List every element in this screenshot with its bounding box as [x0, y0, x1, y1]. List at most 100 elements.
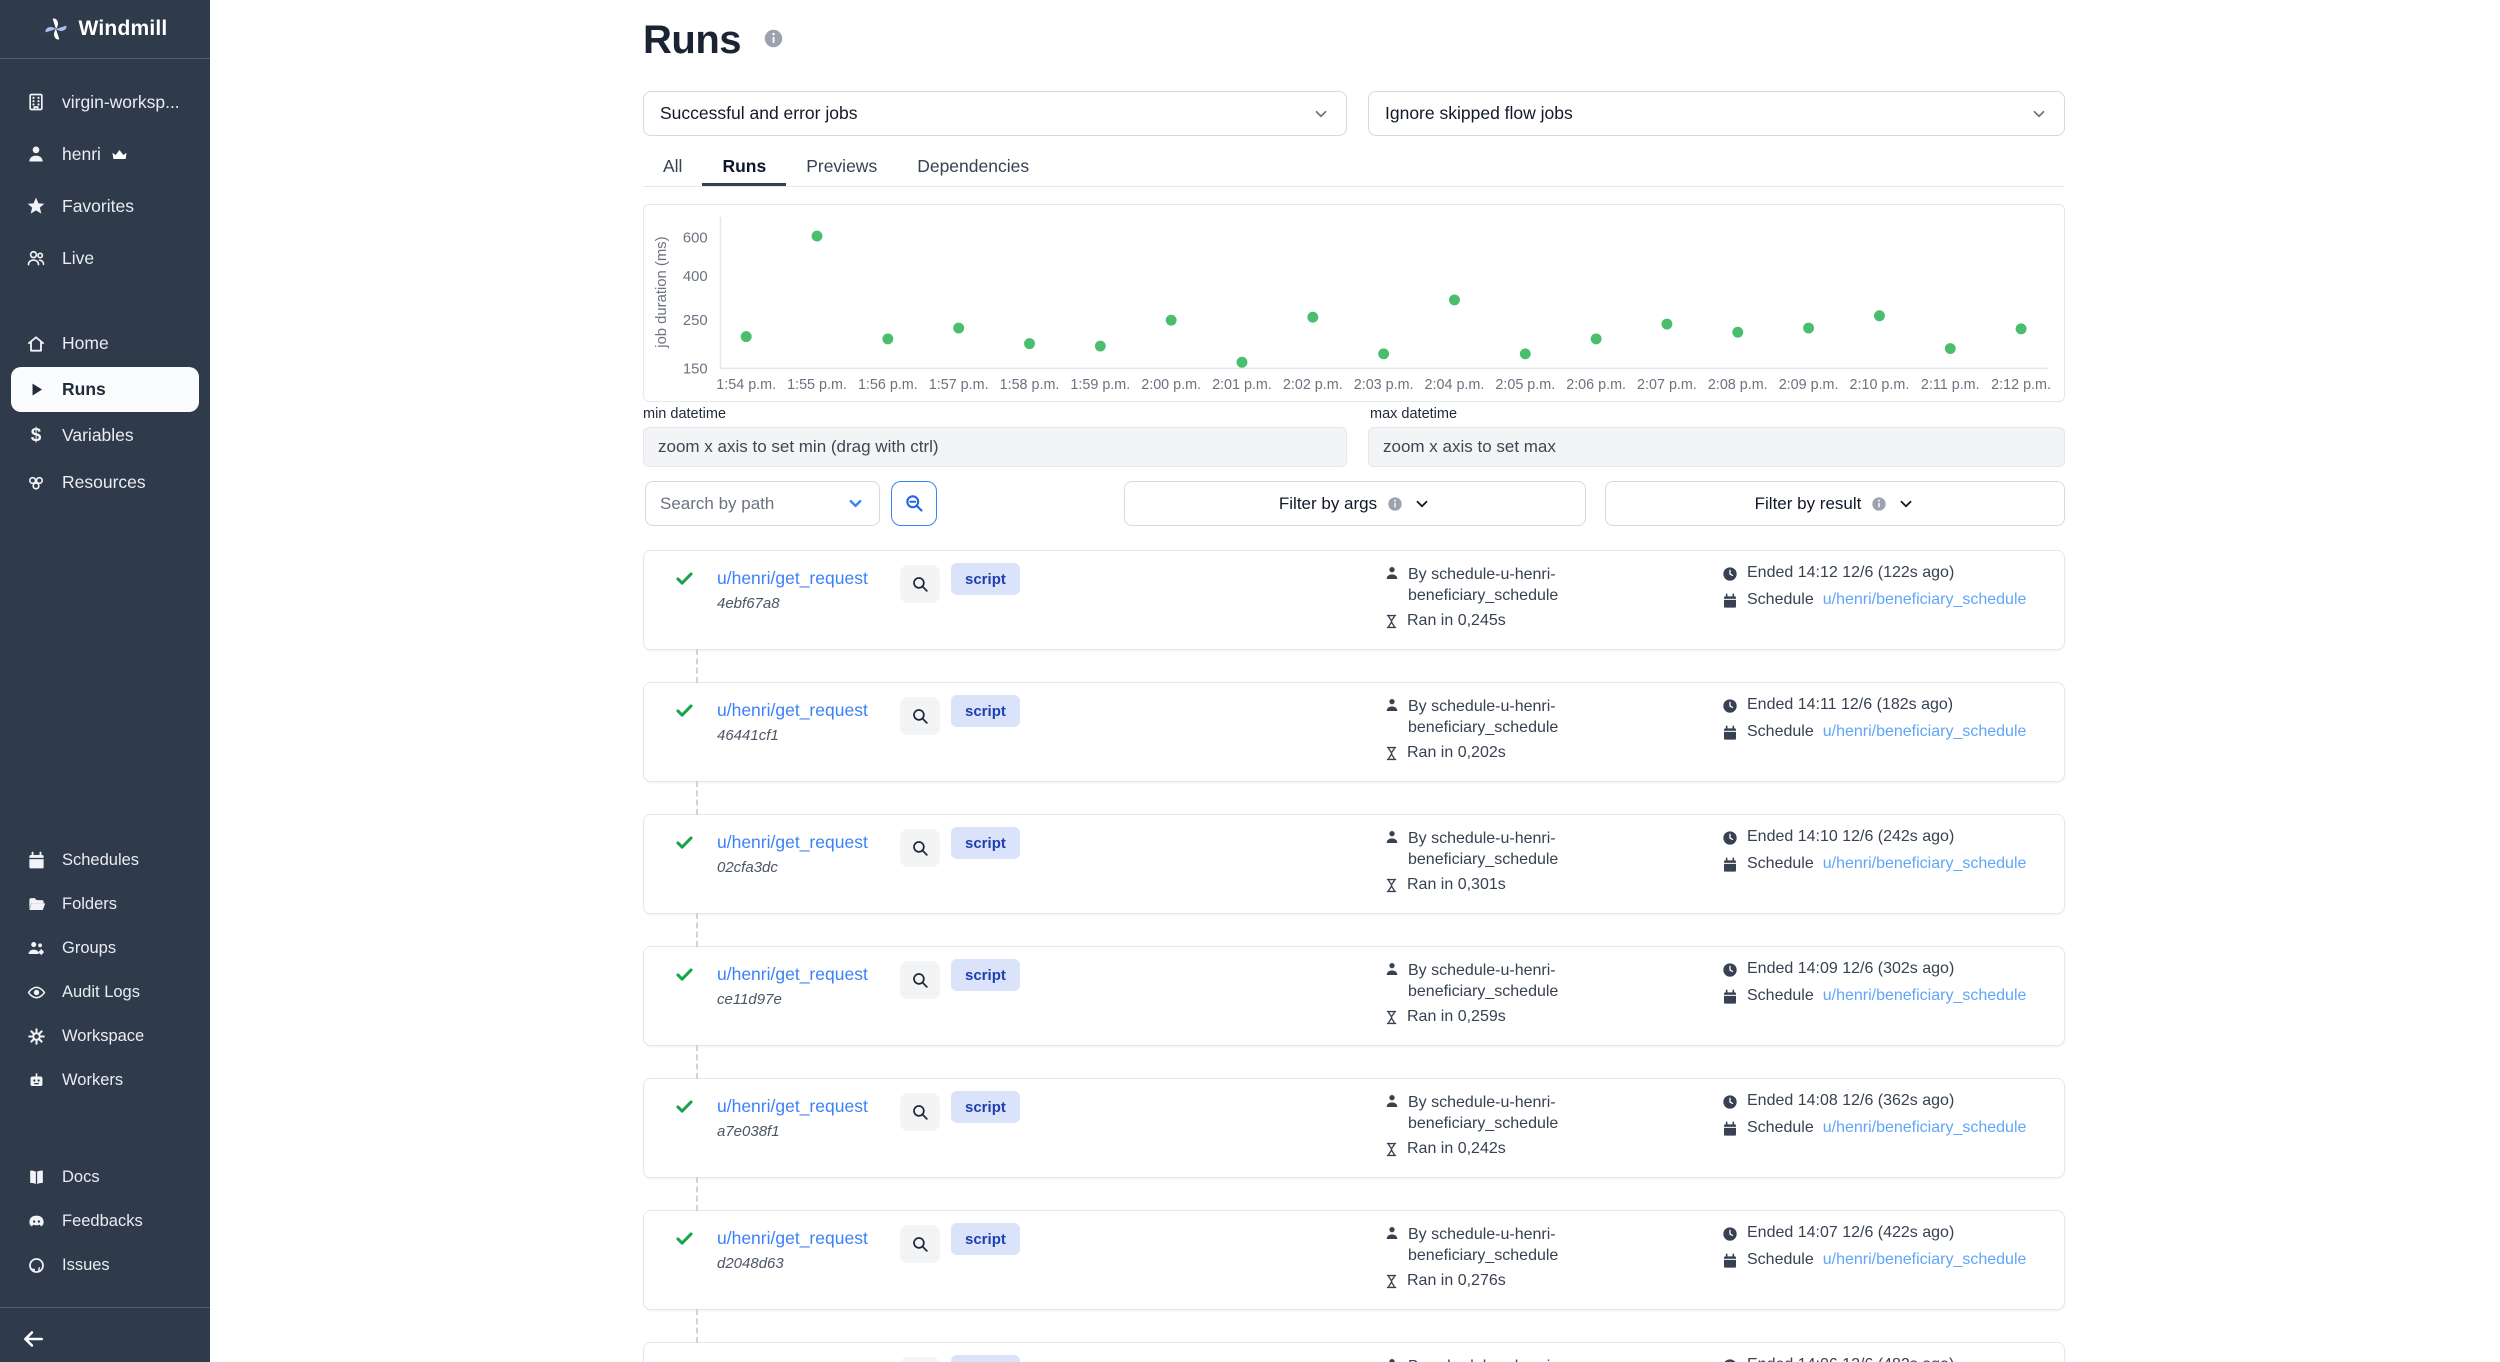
sidebar-item-user[interactable]: henri: [0, 128, 210, 180]
sidebar-item-resources[interactable]: Resources: [0, 459, 210, 506]
sidebar-item-home[interactable]: Home: [0, 320, 210, 367]
clock-icon: [1722, 1226, 1738, 1242]
sidebar-item-workspace-switcher[interactable]: virgin-worksp...: [0, 76, 210, 128]
schedule-path-link[interactable]: u/henri/beneficiary_schedule: [1823, 723, 2027, 741]
run-path-link[interactable]: u/henri/get_request: [717, 1096, 868, 1117]
sidebar-item-docs[interactable]: Docs: [0, 1155, 210, 1199]
run-card[interactable]: u/henri/get_request script 4ebf67a8 By s…: [643, 550, 2065, 650]
inspect-run-button[interactable]: [900, 1225, 940, 1263]
min-datetime-input[interactable]: [643, 427, 1347, 467]
tab-dependencies[interactable]: Dependencies: [897, 147, 1049, 186]
docs-label: Docs: [62, 1168, 100, 1187]
run-path-link[interactable]: u/henri/get_request: [717, 1228, 868, 1249]
variables-label: Variables: [62, 425, 134, 446]
list-toolbar: Search by path Filter by args: [643, 481, 2065, 527]
sidebar-item-issues[interactable]: Issues: [0, 1243, 210, 1287]
sidebar-item-schedules[interactable]: Schedules: [0, 838, 210, 882]
run-path-link[interactable]: u/henri/get_request: [717, 700, 868, 721]
schedule-path-link[interactable]: u/henri/beneficiary_schedule: [1823, 1251, 2027, 1269]
run-ended-at: Ended 14:11 12/6 (182s ago): [1747, 696, 1953, 714]
job-kind-select[interactable]: Successful and error jobs: [643, 91, 1347, 136]
sidebar-item-variables[interactable]: $ Variables: [0, 412, 210, 459]
run-card[interactable]: u/henri/get_request script 46441cf1 By s…: [643, 682, 2065, 782]
info-icon[interactable]: [763, 28, 784, 49]
filter-by-result-button[interactable]: Filter by result: [1605, 481, 2065, 526]
job-kind-badge: script: [951, 1223, 1020, 1255]
hourglass-icon: [1384, 1274, 1399, 1289]
run-triggered-by: By schedule-u-henri-beneficiary_schedule: [1408, 564, 1586, 606]
run-id: ce11d97e: [717, 991, 782, 1008]
star-icon: [25, 196, 47, 216]
filter-by-args-button[interactable]: Filter by args: [1124, 481, 1586, 526]
collapse-sidebar-button[interactable]: [14, 1322, 58, 1356]
run-path-link[interactable]: u/henri/get_request: [717, 568, 868, 589]
users-icon: [25, 248, 47, 268]
zoom-out-button[interactable]: [891, 481, 937, 526]
user-icon: [1384, 1225, 1400, 1266]
sidebar-item-workers[interactable]: Workers: [0, 1058, 210, 1102]
job-duration-chart[interactable]: 1502504006001:54 p.m.1:55 p.m.1:56 p.m.1…: [643, 204, 2065, 402]
schedule-path-link[interactable]: u/henri/beneficiary_schedule: [1823, 591, 2027, 609]
search-by-path-select[interactable]: Search by path: [645, 481, 880, 526]
workers-label: Workers: [62, 1071, 123, 1090]
schedule-path-link[interactable]: u/henri/beneficiary_schedule: [1823, 987, 2027, 1005]
skipped-flows-select[interactable]: Ignore skipped flow jobs: [1368, 91, 2065, 136]
schedule-path-link[interactable]: u/henri/beneficiary_schedule: [1823, 1119, 2027, 1137]
tab-previews[interactable]: Previews: [786, 147, 897, 186]
job-kind-badge: script: [951, 1355, 1020, 1362]
robot-icon: [25, 1071, 47, 1090]
sidebar-item-audit-logs[interactable]: Audit Logs: [0, 970, 210, 1014]
calendar-icon: [1722, 593, 1738, 609]
github-icon: [25, 1256, 47, 1275]
chevron-down-icon: [1312, 105, 1330, 123]
inspect-run-button[interactable]: [900, 1357, 940, 1362]
tab-runs[interactable]: Runs: [702, 147, 786, 186]
inspect-run-button[interactable]: [900, 961, 940, 999]
inspect-run-button[interactable]: [900, 697, 940, 735]
inspect-run-button[interactable]: [900, 829, 940, 867]
sidebar-item-feedbacks[interactable]: Feedbacks: [0, 1199, 210, 1243]
run-id: 02cfa3dc: [717, 859, 778, 876]
job-kind-badge: script: [951, 563, 1020, 595]
max-datetime-input[interactable]: [1368, 427, 2065, 467]
sidebar-item-folders[interactable]: Folders: [0, 882, 210, 926]
run-duration: Ran in 0,202s: [1407, 744, 1506, 762]
run-card[interactable]: u/henri/get_request script d2048d63 By s…: [643, 1210, 2065, 1310]
groups-label: Groups: [62, 939, 116, 958]
user-icon: [1384, 829, 1400, 870]
job-kind-value: Successful and error jobs: [660, 103, 857, 124]
run-card[interactable]: u/henri/get_request script ce11d97e By s…: [643, 946, 2065, 1046]
info-icon: [1871, 496, 1887, 512]
run-triggered-by: By schedule-u-henri-beneficiary_schedule: [1408, 696, 1586, 738]
sidebar-item-live[interactable]: Live: [0, 232, 210, 284]
run-trigger-info: By schedule-u-henri-beneficiary_schedule…: [1384, 696, 1644, 762]
schedule-path-link[interactable]: u/henri/beneficiary_schedule: [1823, 855, 2027, 873]
run-triggered-by: By schedule-u-henri-beneficiary_schedule: [1408, 960, 1586, 1002]
inspect-run-button[interactable]: [900, 565, 940, 603]
sidebar-item-workspace-settings[interactable]: Workspace: [0, 1014, 210, 1058]
dollar-icon: $: [25, 425, 47, 447]
run-schedule-info: Ended 14:06 12/6 (482s ago) Schedule u/h…: [1722, 1356, 2026, 1362]
success-check-icon: [674, 1228, 695, 1249]
sidebar-item-groups[interactable]: Groups: [0, 926, 210, 970]
run-card[interactable]: u/henri/get_request script By schedule-u…: [643, 1342, 2065, 1362]
app-logo[interactable]: Windmill: [0, 0, 210, 58]
sidebar-item-runs[interactable]: Runs: [11, 367, 199, 412]
run-path-link[interactable]: u/henri/get_request: [717, 964, 868, 985]
svg-text:1:56 p.m.: 1:56 p.m.: [858, 377, 918, 393]
tab-all[interactable]: All: [643, 147, 702, 186]
inspect-run-button[interactable]: [900, 1093, 940, 1131]
run-card[interactable]: u/henri/get_request script 02cfa3dc By s…: [643, 814, 2065, 914]
sidebar-item-favorites[interactable]: Favorites: [0, 180, 210, 232]
sidebar-help-nav: Docs Feedbacks: [0, 1155, 210, 1287]
book-icon: [25, 1168, 47, 1187]
svg-text:1:55 p.m.: 1:55 p.m.: [787, 377, 847, 393]
search-icon: [911, 971, 930, 990]
filter-args-label: Filter by args: [1279, 494, 1377, 514]
schedule-label: Schedule: [1747, 1251, 1814, 1269]
run-path-link[interactable]: u/henri/get_request: [717, 832, 868, 853]
run-card[interactable]: u/henri/get_request script a7e038f1 By s…: [643, 1078, 2065, 1178]
run-trigger-info: By schedule-u-henri-beneficiary_schedule: [1384, 1356, 1644, 1362]
sidebar-divider-bottom: [0, 1307, 210, 1308]
windmill-logo-icon: [43, 16, 69, 42]
